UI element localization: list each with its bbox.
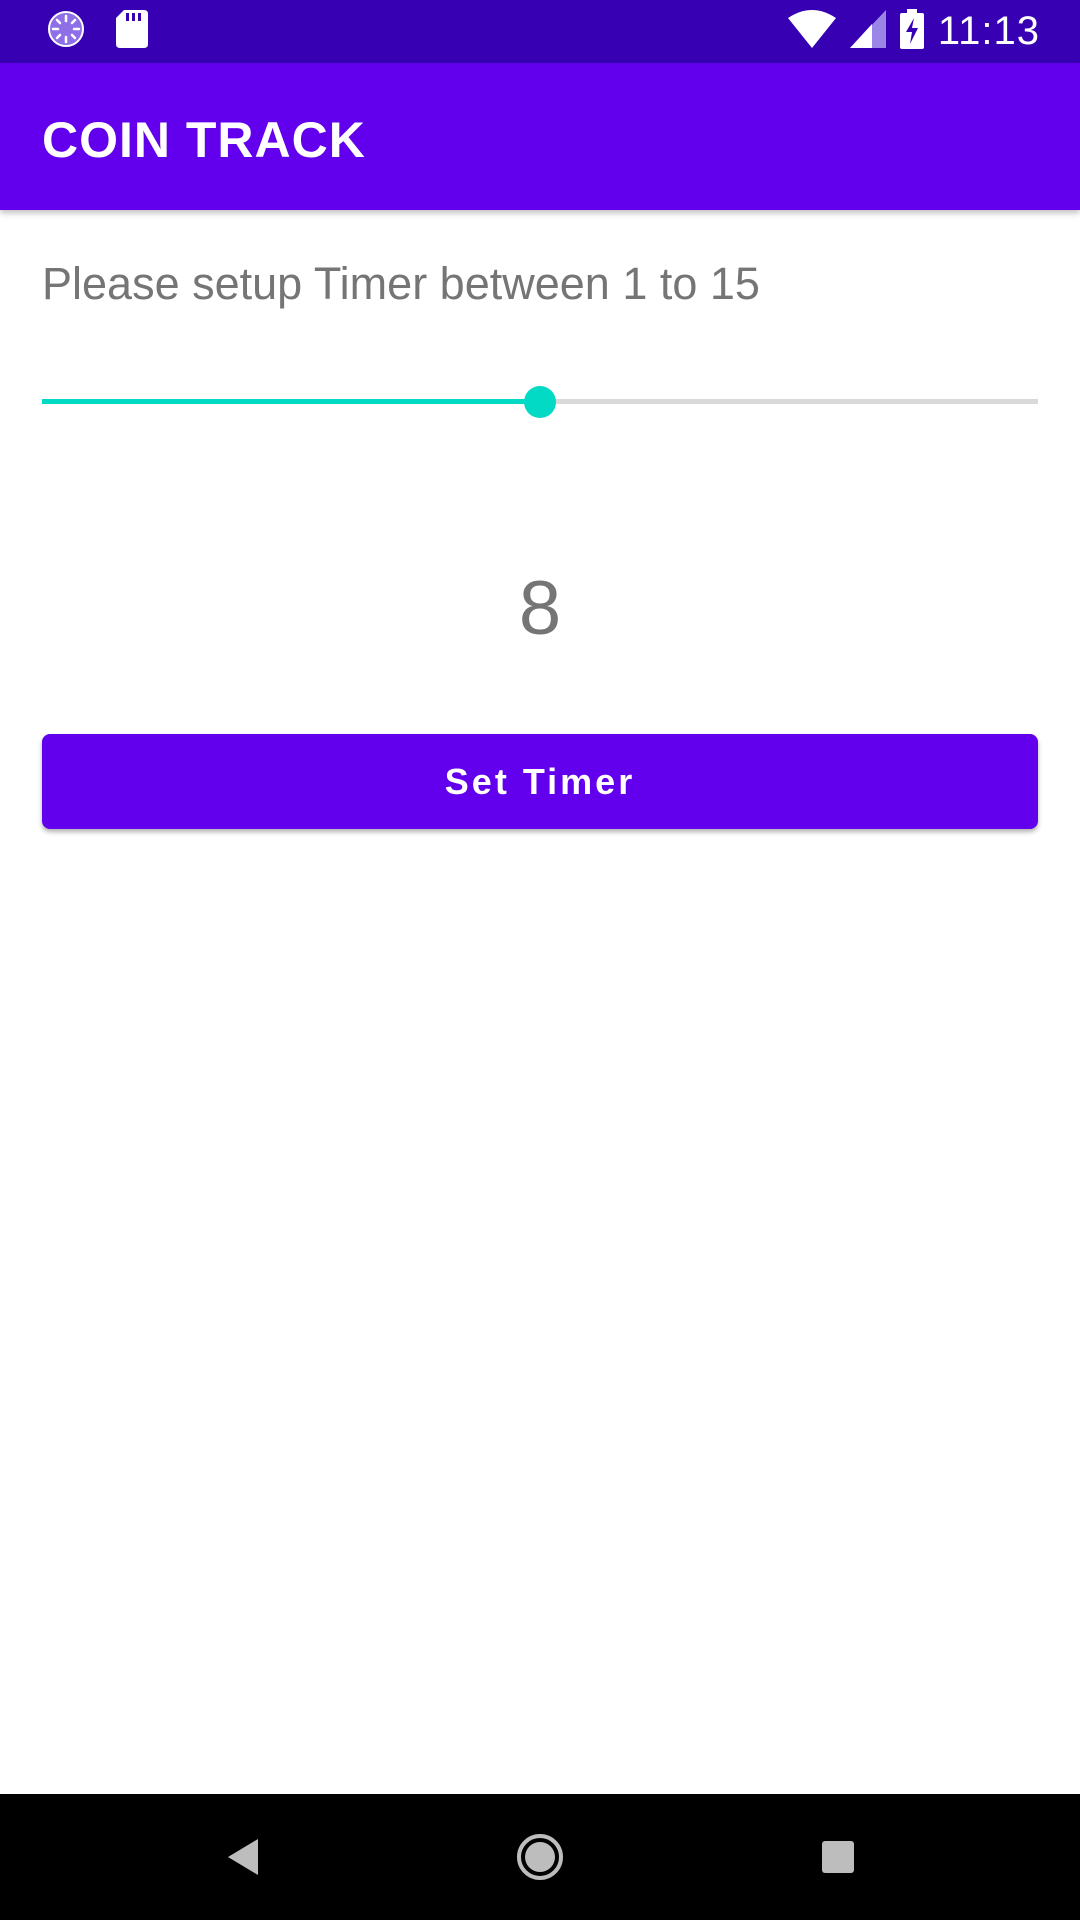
loading-icon (46, 9, 86, 54)
slider-fill (42, 399, 540, 404)
timer-prompt: Please setup Timer between 1 to 15 (42, 258, 760, 309)
wifi-icon (787, 10, 836, 53)
timer-value: 8 (518, 566, 562, 651)
status-clock: 11:13 (937, 9, 1040, 53)
slider-thumb[interactable] (524, 386, 556, 418)
timer-slider[interactable] (42, 382, 1038, 422)
status-bar: 11:13 (0, 0, 1080, 63)
app-bar: COIN TRACK (0, 63, 1080, 210)
screen: 11:13 COIN TRACK Please setup Timer betw… (0, 0, 1080, 1920)
status-right: 11:13 (787, 0, 1040, 63)
app-title: COIN TRACK (42, 112, 366, 168)
status-left (46, 9, 148, 54)
back-icon[interactable] (212, 1827, 272, 1887)
recents-icon[interactable] (808, 1827, 868, 1887)
battery-charging-icon (899, 9, 924, 54)
cell-signal-icon (849, 10, 886, 53)
home-icon[interactable] (510, 1827, 570, 1887)
sd-card-icon (116, 9, 148, 53)
set-timer-button[interactable]: Set Timer (42, 734, 1038, 829)
navigation-bar (0, 1794, 1080, 1920)
